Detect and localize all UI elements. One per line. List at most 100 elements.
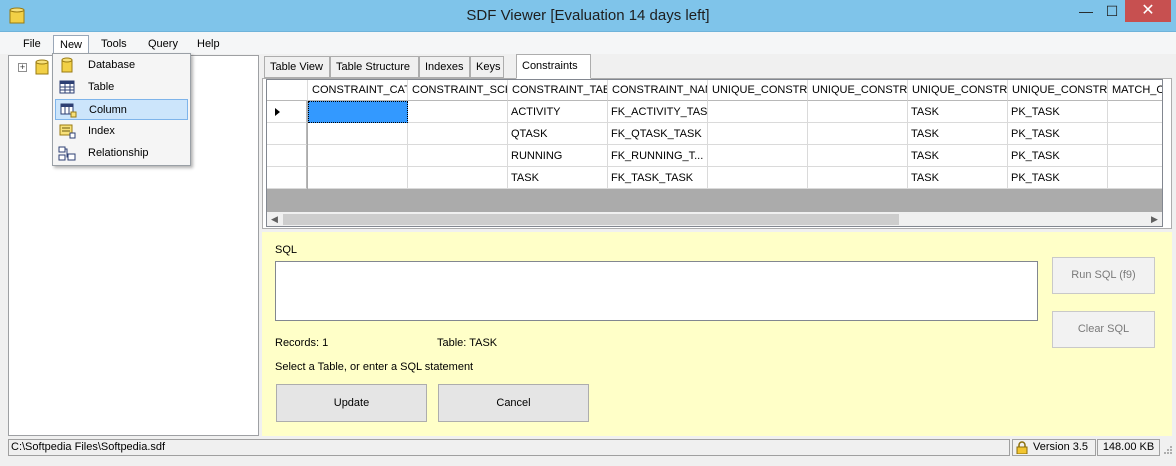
grid-cell[interactable]: TASK [508,167,608,189]
grid-cell[interactable] [308,145,408,167]
row-header[interactable] [267,167,307,189]
table-icon [59,80,75,94]
menu-new[interactable]: New [53,35,90,53]
tab-table-structure[interactable]: Table Structure [330,56,419,78]
row-header[interactable] [267,123,307,145]
tree-expander[interactable]: + [18,63,27,72]
minimize-button[interactable]: — [1073,0,1099,22]
version-label: Version 3.5 [1033,441,1089,453]
database-icon [61,57,73,73]
tab-constraints[interactable]: Constraints [516,54,591,79]
close-button[interactable]: ✕ [1125,0,1171,22]
grid-cell[interactable]: FK_TASK_TASK [608,167,708,189]
grid-cell[interactable] [1108,167,1162,189]
menu-item-index[interactable]: Index [55,121,188,142]
main-panel: Table View Table Structure Indexes Keys … [262,54,1172,436]
grid-cell[interactable]: TASK [908,123,1008,145]
grid-cell[interactable]: TASK [908,145,1008,167]
grid-cell[interactable] [1108,101,1162,123]
grid-cell[interactable]: FK_ACTIVITY_TASK [608,101,708,123]
maximize-button[interactable]: ☐ [1099,0,1125,22]
scroll-left-icon[interactable]: ◀ [267,212,282,226]
grid-corner [267,80,308,101]
grid-cell[interactable] [308,101,408,123]
horizontal-scrollbar[interactable]: ◀ ▶ [267,212,1162,226]
grid-cell[interactable] [408,101,508,123]
grid-cell[interactable]: PK_TASK [1008,101,1108,123]
menu-item-database[interactable]: Database [55,55,188,76]
menu-query[interactable]: Query [142,35,184,53]
grid-cell[interactable] [408,167,508,189]
grid-cell[interactable]: PK_TASK [1008,167,1108,189]
sql-label: SQL [275,244,298,256]
sql-input[interactable] [275,261,1038,321]
grid-cell[interactable]: PK_TASK [1008,145,1108,167]
resize-grip-icon[interactable] [1163,445,1173,455]
grid-cell[interactable]: TASK [908,167,1008,189]
column-header[interactable]: MATCH_OPTION [1108,80,1162,101]
column-icon [60,103,77,118]
status-bar: C:\Softpedia Files\Softpedia.sdf Version… [0,438,1176,466]
grid-cell[interactable] [708,145,808,167]
menu-item-table[interactable]: Table [55,77,188,98]
hint-text: Select a Table, or enter a SQL statement [275,361,474,373]
grid-cell[interactable]: FK_RUNNING_T... [608,145,708,167]
tab-table-view[interactable]: Table View [264,56,330,78]
scrollbar-thumb[interactable] [283,214,899,225]
grid-cell[interactable] [308,123,408,145]
grid-cell[interactable] [708,123,808,145]
column-header[interactable]: UNIQUE_CONSTRAINT_NAME [1008,80,1108,101]
menu-bar: File New Tools Query Help [0,32,1176,54]
grid-cell[interactable] [708,167,808,189]
lock-icon [1016,441,1028,454]
current-row-arrow-icon [275,108,280,116]
index-icon [59,124,76,139]
tab-indexes[interactable]: Indexes [419,56,470,78]
column-header[interactable]: UNIQUE_CONSTRAINT_SCHEMA [808,80,908,101]
scroll-right-icon[interactable]: ▶ [1147,212,1162,226]
grid-cell[interactable] [1108,123,1162,145]
new-menu-dropdown: Database Table Column Index Relationship [52,53,191,166]
menu-file[interactable]: File [17,35,47,53]
row-header[interactable] [267,101,307,123]
grid-cell[interactable] [408,145,508,167]
file-path: C:\Softpedia Files\Softpedia.sdf [8,439,1010,456]
menu-item-relationship[interactable]: Relationship [55,143,188,164]
grid-cell[interactable]: RUNNING [508,145,608,167]
menu-item-label: Database [88,59,136,71]
grid-cell[interactable] [808,123,908,145]
column-header[interactable]: CONSTRAINT_CATALOG [308,80,408,101]
clear-sql-button[interactable]: Clear SQL [1052,311,1155,348]
grid-cell[interactable] [308,167,408,189]
menu-item-column[interactable]: Column [55,99,188,120]
title-bar: SDF Viewer [Evaluation 14 days left] — ☐… [0,0,1176,32]
row-header[interactable] [267,145,307,167]
menu-help[interactable]: Help [191,35,226,53]
grid-cell[interactable] [408,123,508,145]
cancel-button[interactable]: Cancel [438,384,589,422]
grid-cell[interactable]: PK_TASK [1008,123,1108,145]
grid-cell[interactable] [1108,145,1162,167]
tab-keys[interactable]: Keys [470,56,504,78]
relationship-icon [58,146,76,161]
grid-cell[interactable] [808,167,908,189]
column-header[interactable]: UNIQUE_CONSTRAINT_CATALOG [708,80,808,101]
run-sql-button[interactable]: Run SQL (f9) [1052,257,1155,294]
column-header[interactable]: CONSTRAINT_NAME [608,80,708,101]
column-header[interactable]: UNIQUE_CONSTRAINT_TABLE_NAME [908,80,1008,101]
grid-cell[interactable] [808,145,908,167]
grid-cell[interactable] [808,101,908,123]
version-panel: Version 3.5 [1012,439,1096,456]
sql-panel: SQL Run SQL (f9) Clear SQL Records: 1 Ta… [262,232,1172,436]
column-header[interactable]: CONSTRAINT_SCHEMA [408,80,508,101]
grid-cell[interactable] [708,101,808,123]
grid-cell[interactable]: FK_QTASK_TASK [608,123,708,145]
column-header[interactable]: CONSTRAINT_TABLE_NAME [508,80,608,101]
current-table: Table: TASK [437,337,498,349]
grid-cell[interactable]: TASK [908,101,1008,123]
update-button[interactable]: Update [276,384,427,422]
grid-cell[interactable]: QTASK [508,123,608,145]
grid-cell[interactable]: ACTIVITY [508,101,608,123]
menu-tools[interactable]: Tools [95,35,133,53]
constraints-grid[interactable]: CONSTRAINT_CATALOG CONSTRAINT_SCHEMA CON… [266,79,1163,227]
